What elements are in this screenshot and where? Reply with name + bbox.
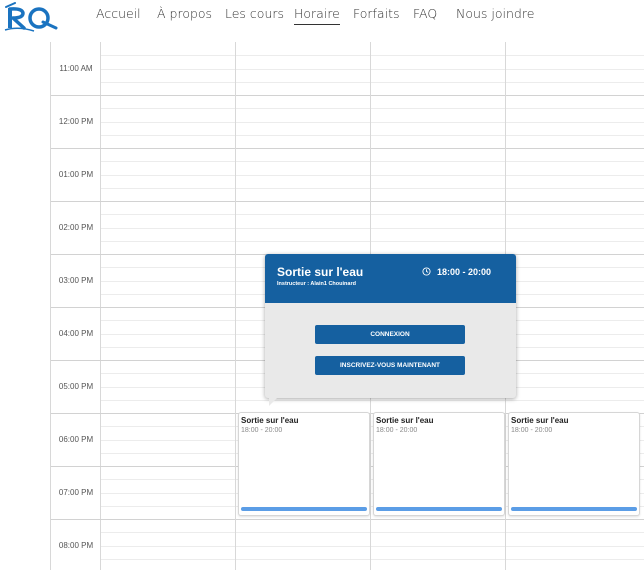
nav-faq[interactable]: FAQ xyxy=(413,6,437,21)
day-divider xyxy=(235,42,236,570)
time-column: 11:00 AM 12:00 PM 01:00 PM 02:00 PM 03:0… xyxy=(51,42,101,570)
time-label: 02:00 PM xyxy=(58,223,94,232)
nav-forfaits[interactable]: Forfaits xyxy=(353,6,399,21)
hour-line xyxy=(51,95,101,96)
event-card[interactable]: Sortie sur l'eau 18:00 - 20:00 xyxy=(238,412,370,516)
quarter-line xyxy=(101,546,644,547)
quarter-line xyxy=(101,69,644,70)
nav-nous-joindre[interactable]: Nous joindre xyxy=(456,6,534,21)
quarter-line xyxy=(101,532,644,533)
hour-line xyxy=(51,201,101,202)
event-card[interactable]: Sortie sur l'eau 18:00 - 20:00 xyxy=(508,412,640,516)
time-label: 08:00 PM xyxy=(58,541,94,550)
time-label: 11:00 AM xyxy=(59,64,93,73)
event-card[interactable]: Sortie sur l'eau 18:00 - 20:00 xyxy=(373,412,505,516)
event-time: 18:00 - 20:00 xyxy=(241,427,283,434)
hour-line xyxy=(51,148,101,149)
event-title: Sortie sur l'eau xyxy=(241,416,299,425)
quarter-line xyxy=(101,175,644,176)
nav-a-propos[interactable]: À propos xyxy=(157,6,212,21)
time-label: 01:00 PM xyxy=(58,170,94,179)
quarter-line xyxy=(101,161,644,162)
event-bar xyxy=(241,507,367,511)
popup-instructor: Instructeur : Alain1 Chouinard xyxy=(277,281,356,287)
hour-line xyxy=(51,360,101,361)
hour-line xyxy=(101,519,644,520)
hour-line xyxy=(101,95,644,96)
login-button[interactable]: CONNEXION xyxy=(315,325,465,344)
popup-title: Sortie sur l'eau xyxy=(277,265,364,279)
clock-icon xyxy=(422,267,431,276)
time-label: 05:00 PM xyxy=(58,382,94,391)
site-header: Accueil À propos Les cours Horaire Forfa… xyxy=(0,0,644,38)
event-time: 18:00 - 20:00 xyxy=(376,427,418,434)
nav-les-cours[interactable]: Les cours xyxy=(225,6,284,21)
signup-button[interactable]: INSCRIVEZ-VOUS MAINTENANT xyxy=(315,356,465,375)
logo[interactable] xyxy=(4,2,62,34)
quarter-line xyxy=(101,82,644,83)
time-label: 04:00 PM xyxy=(58,329,94,338)
event-bar xyxy=(376,507,502,511)
hour-line xyxy=(101,148,644,149)
time-label: 07:00 PM xyxy=(58,488,94,497)
quarter-line xyxy=(101,400,644,401)
popup-time: 18:00 - 20:00 xyxy=(437,267,492,277)
quarter-line xyxy=(101,135,644,136)
hour-line xyxy=(101,201,644,202)
time-label: 12:00 PM xyxy=(58,117,94,126)
hour-line xyxy=(51,519,101,520)
event-popup: Sortie sur l'eau Instructeur : Alain1 Ch… xyxy=(265,254,516,406)
quarter-line xyxy=(101,122,644,123)
quarter-line xyxy=(101,108,644,109)
nav-accueil[interactable]: Accueil xyxy=(96,6,141,21)
event-bar xyxy=(511,507,637,511)
hour-line xyxy=(51,254,101,255)
event-time: 18:00 - 20:00 xyxy=(511,427,553,434)
quarter-line xyxy=(101,188,644,189)
popup-tail xyxy=(269,396,279,406)
quarter-line xyxy=(101,559,644,560)
quarter-line xyxy=(101,55,644,56)
quarter-line xyxy=(101,214,644,215)
hour-line xyxy=(51,466,101,467)
quarter-line xyxy=(101,241,644,242)
nav-horaire[interactable]: Horaire xyxy=(294,6,340,25)
time-label: 06:00 PM xyxy=(58,435,94,444)
quarter-line xyxy=(101,228,644,229)
hour-line xyxy=(51,307,101,308)
event-title: Sortie sur l'eau xyxy=(376,416,434,425)
page: Accueil À propos Les cours Horaire Forfa… xyxy=(0,0,644,574)
time-label: 03:00 PM xyxy=(58,276,94,285)
event-title: Sortie sur l'eau xyxy=(511,416,569,425)
popup-header: Sortie sur l'eau Instructeur : Alain1 Ch… xyxy=(265,254,516,303)
hour-line xyxy=(51,413,101,414)
